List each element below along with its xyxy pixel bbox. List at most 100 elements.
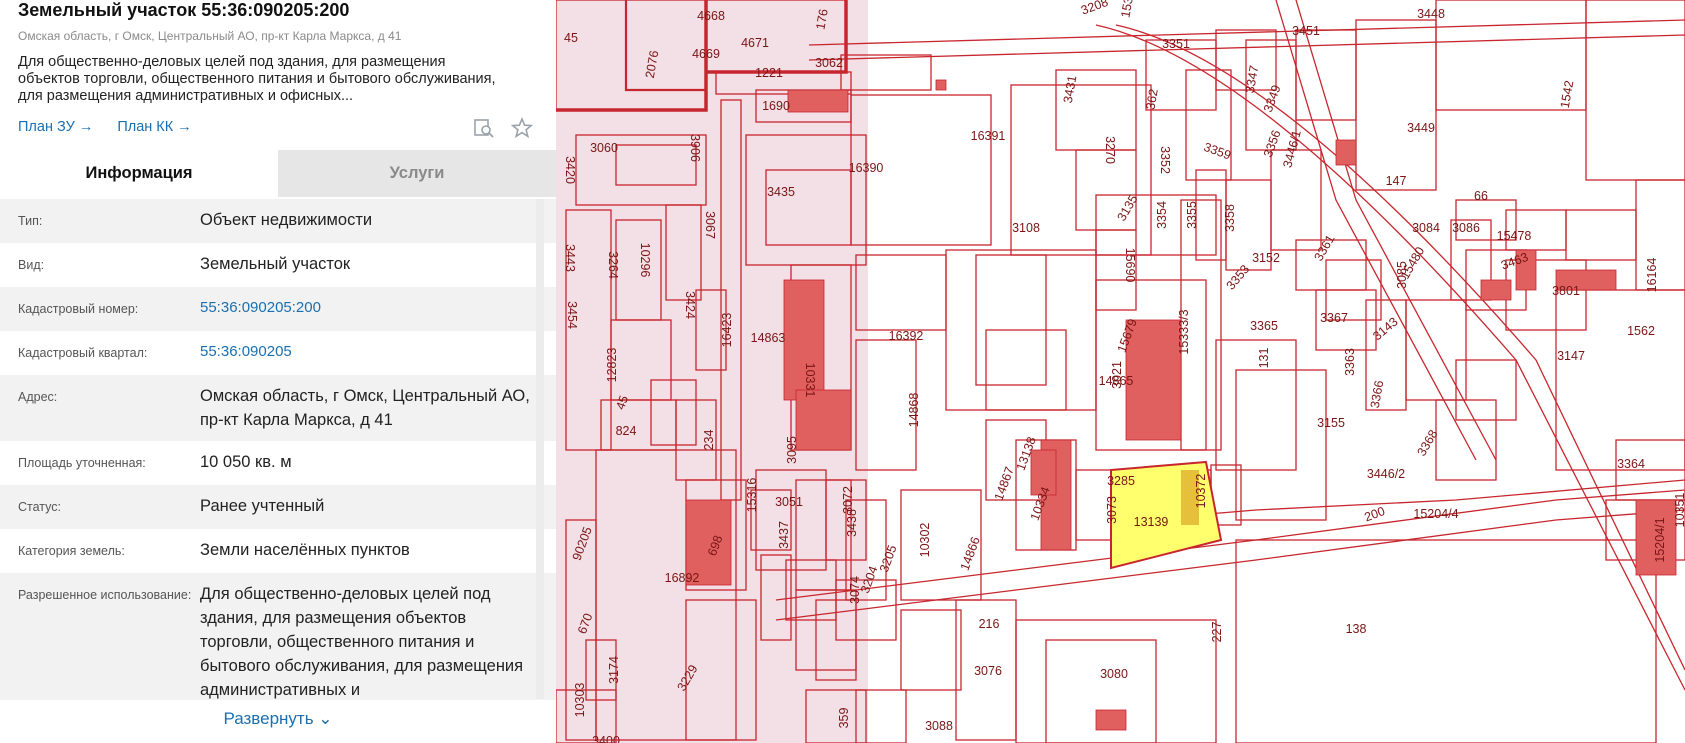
parcel-label: 3264 — [606, 251, 620, 279]
parcel-label: 14868 — [907, 393, 921, 428]
row-value: Земли населённых пунктов — [200, 541, 410, 559]
parcel-label: 216 — [979, 617, 1000, 631]
row-value: 10 050 кв. м — [200, 453, 292, 471]
parcel-label: 10296 — [638, 243, 652, 278]
parcel-label: 15204/4 — [1413, 507, 1458, 521]
parcel-label: 3420 — [563, 156, 577, 184]
parcel-label: 16390 — [849, 161, 884, 175]
parcel-label: 3051 — [775, 495, 803, 509]
permitted-use-summary: Для общественно-деловых целей под здания… — [18, 54, 496, 104]
parcel-label: 3088 — [925, 719, 953, 733]
parcel-label: 14866 — [958, 535, 983, 572]
parcel-label: 15690 — [1123, 248, 1137, 283]
parcel-label: 3060 — [590, 141, 618, 155]
parcel-label: 3906 — [688, 134, 702, 162]
info-table: Тип: Объект недвижимости Вид: Земельный … — [0, 199, 556, 743]
parcel-label: 147 — [1386, 174, 1407, 188]
parcel-label: 3365 — [1250, 319, 1278, 333]
cadastral-map[interactable]: 4668 4669 4671 45 2076 1221 1690 3062 176 3208 153… — [556, 0, 1685, 743]
tab-info[interactable]: Информация — [0, 150, 278, 197]
row-cadastral-quarter: Кадастровый квартал: 55:36:090205 — [0, 331, 556, 375]
plan-links: План ЗУ → План КК → — [18, 119, 192, 135]
parcel-label: 3208 — [1079, 0, 1110, 18]
parcel-label: 14865 — [1099, 374, 1134, 388]
row-cadastral-number: Кадастровый номер: 55:36:090205:200 — [0, 287, 556, 331]
parcel-label: 16391 — [971, 129, 1006, 143]
parcel-label: 3135 — [1115, 192, 1141, 223]
parcel-label: 4668 — [697, 9, 725, 23]
parcel-label: 16423 — [720, 313, 734, 348]
parcel-label: 15333/3 — [1177, 309, 1191, 354]
parcel-label: 3448 — [1417, 7, 1445, 21]
parcel-label: 3174 — [607, 656, 621, 684]
row-label: Тип: — [18, 214, 43, 228]
map-canvas[interactable]: 466846694671452076 1221169030621763208 153… — [556, 0, 1685, 743]
parcel-label: 3067 — [703, 211, 717, 239]
parcel-label: 10303 — [573, 683, 587, 718]
parcel-label: 234 — [702, 430, 716, 451]
cadastral-quarter-link[interactable]: 55:36:090205 — [200, 340, 536, 364]
parcel-label: 3072 — [841, 486, 855, 514]
object-info-panel: Земельный участок 55:36:090205:200 Омска… — [0, 0, 556, 743]
row-label: Разрешенное использование: — [18, 588, 192, 602]
parcel-label: 3437 — [777, 521, 791, 549]
parcel-label: 131 — [1257, 348, 1271, 369]
parcel-label: 3352 — [1158, 146, 1172, 174]
expand-button[interactable]: Развернуть ⌄ — [0, 700, 556, 743]
parcel-label: 10351 — [1673, 493, 1685, 528]
row-label: Площадь уточненная: — [18, 456, 146, 470]
parcel-label: 3108 — [1012, 221, 1040, 235]
row-status: Статус: Ранее учтенный — [0, 485, 556, 529]
parcel-label: 14867 — [992, 465, 1017, 502]
parcel-label: 3358 — [1223, 204, 1237, 232]
parcel-label: 3454 — [565, 301, 579, 329]
parcel-label: 10302 — [918, 523, 932, 558]
parcel-label: 16892 — [665, 571, 700, 585]
parcel-label: 4671 — [741, 36, 769, 50]
parcel-label: 3449 — [1407, 121, 1435, 135]
row-value: Ранее учтенный — [200, 497, 325, 515]
parcel-label: 200 — [1362, 504, 1386, 524]
row-area: Площадь уточненная: 10 050 кв. м — [0, 441, 556, 485]
parcel-label: 3356 — [1261, 128, 1284, 159]
star-icon[interactable] — [510, 116, 534, 140]
parcel-label: 10372 — [1194, 474, 1208, 509]
cadastral-number-link[interactable]: 55:36:090205:200 — [200, 296, 536, 320]
parcel-label: 3143 — [1370, 315, 1400, 344]
parcel-label: 227 — [1210, 622, 1224, 643]
search-document-icon[interactable] — [472, 116, 496, 140]
plan-zu-link[interactable]: План ЗУ → — [18, 119, 93, 135]
parcel-label: 3155 — [1317, 416, 1345, 430]
parcel-label: 3086 — [1452, 221, 1480, 235]
header-actions — [472, 116, 534, 140]
parcel-label: 3354 — [1155, 201, 1169, 229]
panel-scrollbar[interactable] — [536, 199, 544, 699]
row-label: Кадастровый номер: — [18, 302, 139, 316]
plan-kk-link[interactable]: План КК → — [117, 119, 191, 135]
parcel-label: 3270 — [1103, 136, 1117, 164]
tab-services[interactable]: Услуги — [278, 150, 556, 197]
parcel-label: 3085 — [1395, 261, 1409, 289]
row-value: Земельный участок — [200, 255, 351, 273]
parcel-label: 359 — [837, 708, 851, 729]
parcel-label: 12823 — [605, 348, 619, 383]
row-label: Вид: — [18, 258, 45, 272]
parcel-label: 3446/1 — [1280, 129, 1303, 170]
row-label: Кадастровый квартал: — [18, 346, 148, 360]
page-title: Земельный участок 55:36:090205:200 — [18, 0, 350, 20]
address-subtitle: Омская область, г Омск, Центральный АО, … — [18, 29, 402, 43]
parcel-label: 3368 — [1415, 427, 1441, 458]
parcel-label: 3355 — [1185, 201, 1199, 229]
parcel-label: 3285 — [1107, 474, 1135, 488]
parcel-label: 153 — [1118, 0, 1135, 19]
parcel-label: 3152 — [1252, 251, 1280, 265]
parcel-label: 3443 — [563, 244, 577, 272]
row-value: Объект недвижимости — [200, 211, 373, 229]
parcel-label: 3435 — [767, 185, 795, 199]
parcel-label: 1562 — [1627, 324, 1655, 338]
parcel-label: 3364 — [1617, 457, 1645, 471]
parcel-label: 3351 — [1162, 37, 1190, 51]
parcel-label: 66 — [1474, 189, 1488, 203]
row-label: Статус: — [18, 500, 61, 514]
row-address: Адрес: Омская область, г Омск, Центральн… — [0, 375, 556, 441]
